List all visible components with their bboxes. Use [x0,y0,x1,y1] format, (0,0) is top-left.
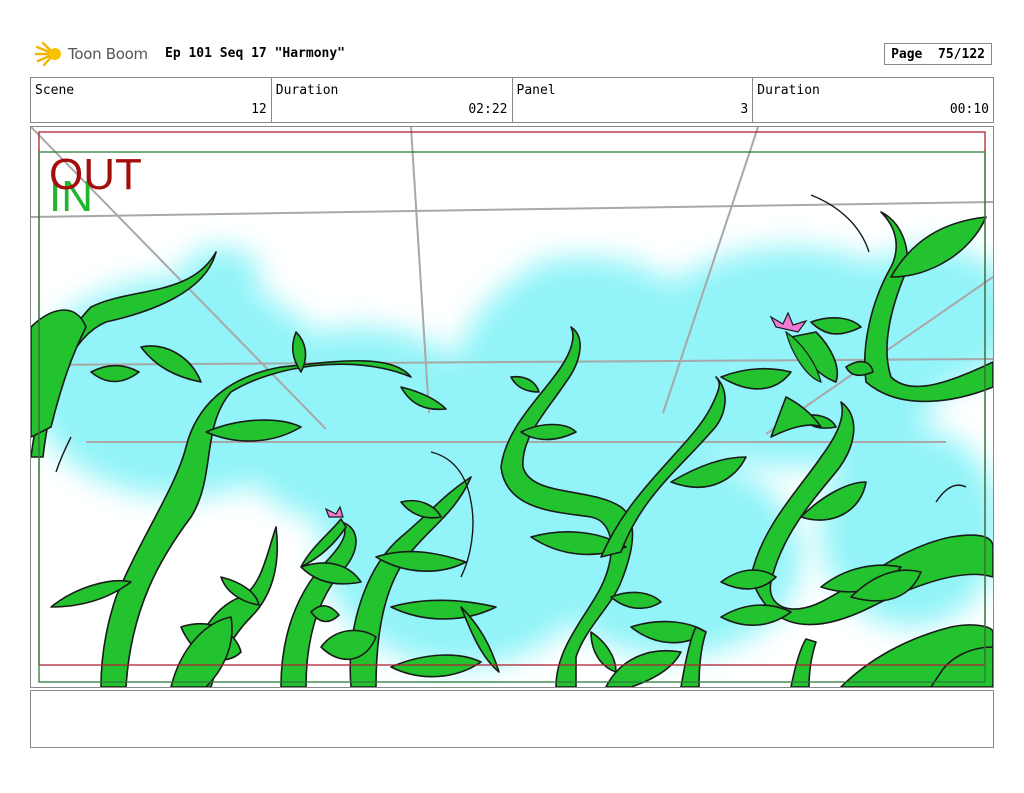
panel-duration-label: Duration [757,83,820,98]
panel-duration-value: 00:10 [949,102,989,117]
page-indicator: Page 75/122 [884,43,992,65]
page-label: Page [891,47,923,62]
scene-cell: Scene 12 [31,78,272,122]
panel-info-row: Scene 12 Duration 02:22 Panel 3 Duration… [30,77,994,123]
page-number: 75/122 [938,47,985,62]
page-header: Toon Boom Ep 101 Seq 17 "Harmony" Page 7… [30,38,994,70]
scene-duration-cell: Duration 02:22 [272,78,513,122]
panel-number-cell: Panel 3 [513,78,754,122]
logo-text: Toon Boom [68,45,148,63]
scene-duration-label: Duration [275,83,339,98]
panel-value: 3 [740,102,749,117]
scene-value: 12 [251,102,267,117]
page-title: Ep 101 Seq 17 "Harmony" [165,46,346,61]
panel-label: Panel [516,83,556,98]
panel-notes-box [30,690,994,748]
scene-label: Scene [35,83,75,98]
out-label: OUT [49,150,142,199]
panel-drawing: IN OUT [31,127,993,687]
storyboard-panel: IN OUT [30,126,994,688]
toon-boom-logo: Toon Boom [34,40,162,68]
starburst-icon [34,41,61,67]
panel-duration-cell: Duration 00:10 [753,78,993,122]
scene-duration-value: 02:22 [468,102,508,117]
